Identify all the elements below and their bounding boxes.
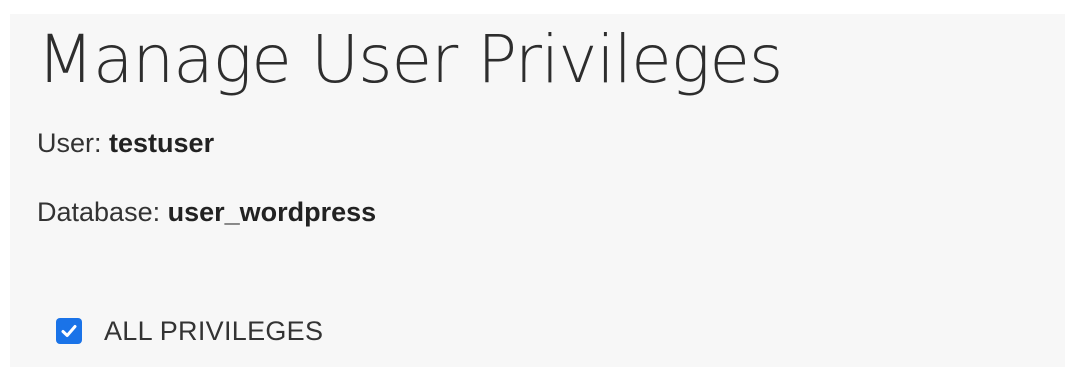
database-value: user_wordpress [167, 197, 377, 227]
database-info: Database: user_wordpress [37, 195, 376, 229]
page-title: Manage User Privileges [37, 21, 783, 98]
user-label: User: [37, 128, 102, 158]
user-value: testuser [109, 128, 215, 158]
database-label: Database: [37, 197, 161, 227]
all-privileges-option[interactable]: ALL PRIVILEGES [56, 314, 323, 348]
privileges-panel: Manage User Privileges User: testuser Da… [10, 14, 1065, 367]
user-info: User: testuser [37, 126, 214, 160]
all-privileges-label[interactable]: ALL PRIVILEGES [104, 314, 323, 348]
all-privileges-checkbox[interactable] [56, 318, 82, 344]
checkmark-icon [61, 325, 77, 337]
